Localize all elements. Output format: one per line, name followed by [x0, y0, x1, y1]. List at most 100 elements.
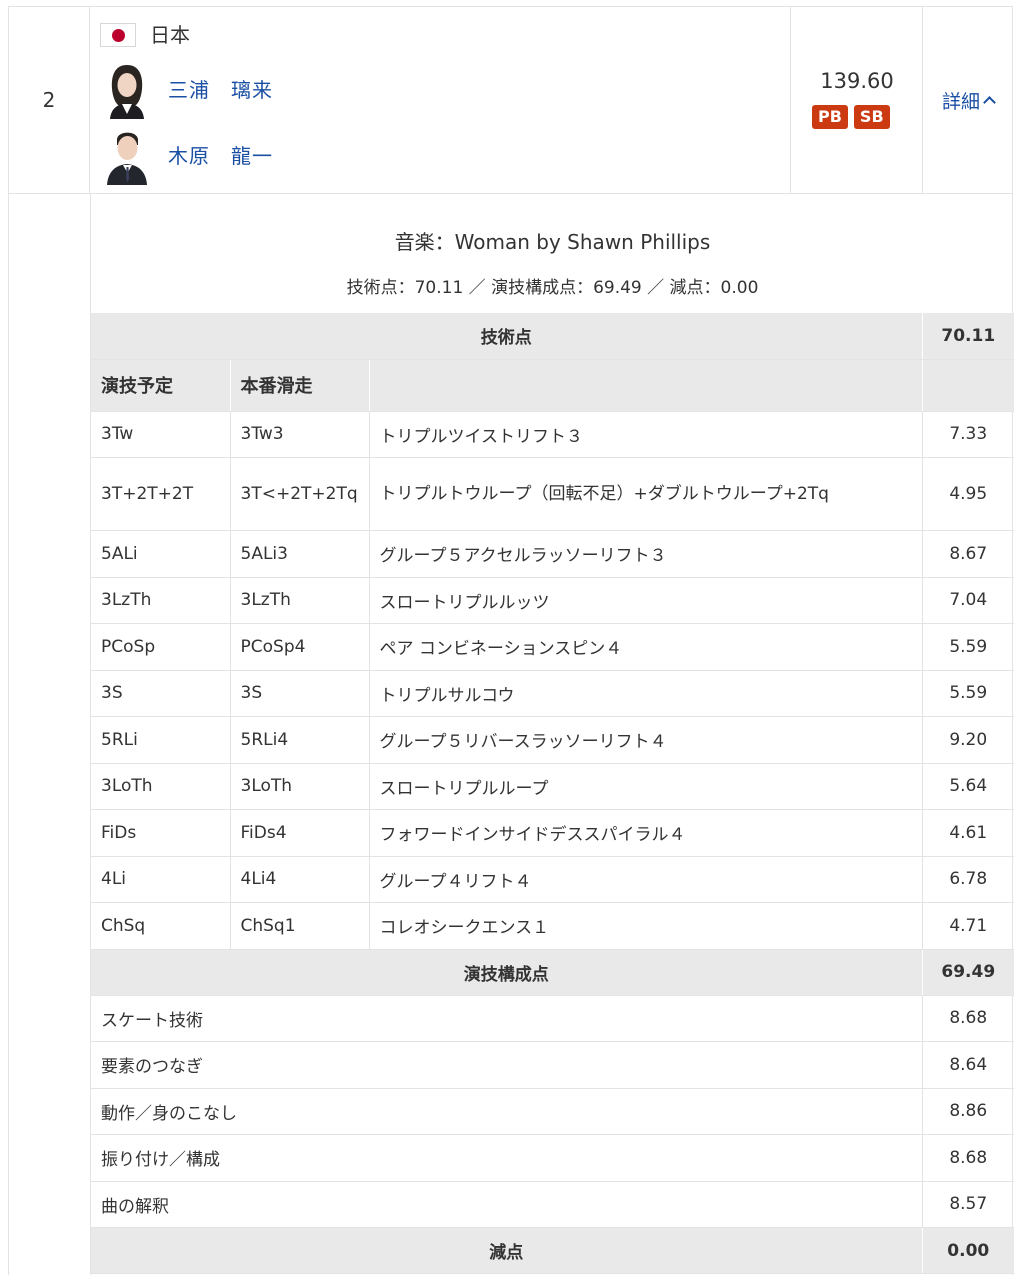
element-planned: ChSq	[91, 902, 231, 950]
element-executed: 5ALi3	[230, 530, 370, 578]
component-row: 要素のつなぎ 8.64	[91, 1041, 1015, 1089]
element-score: 5.59	[922, 670, 1015, 717]
component-score: 8.64	[922, 1041, 1015, 1089]
element-planned: 3T+2T+2T	[91, 457, 231, 531]
detail-content: 音楽：Woman by Shawn Phillips 技術点：70.11 ／ 演…	[90, 193, 1015, 1275]
element-score: 4.71	[922, 902, 1015, 950]
components-total: 69.49	[922, 949, 1015, 996]
music-title: 音楽：Woman by Shawn Phillips	[394, 230, 711, 254]
result-row: 2 日本 三浦 璃来 木原 龍一 139.60 PB SB 詳細	[8, 6, 1013, 194]
col-planned: 演技予定	[91, 359, 231, 412]
element-score: 8.67	[922, 530, 1015, 578]
country-name: 日本	[150, 23, 190, 47]
col-element-name	[369, 359, 923, 412]
component-row: 動作／身のこなし 8.86	[91, 1088, 1015, 1135]
athlete-2-avatar	[102, 125, 152, 185]
element-planned: 3LzTh	[91, 577, 231, 624]
components-title: 演技構成点	[91, 949, 923, 996]
element-executed: 3Tw3	[230, 411, 370, 458]
element-score: 7.33	[922, 411, 1015, 458]
component-name: 振り付け／構成	[91, 1134, 923, 1182]
detail-label: 詳細	[941, 90, 980, 113]
detail-panel: 音楽：Woman by Shawn Phillips 技術点：70.11 ／ 演…	[8, 193, 1015, 1275]
chevron-up-icon	[983, 96, 996, 109]
element-name: コレオシークエンス１	[369, 902, 923, 950]
total-score: 139.60	[820, 69, 894, 93]
component-score: 8.86	[922, 1088, 1015, 1135]
component-name: 要素のつなぎ	[91, 1041, 923, 1089]
deductions-title: 減点	[91, 1227, 923, 1274]
component-score: 8.68	[922, 995, 1015, 1042]
element-executed: 3LzTh	[230, 577, 370, 624]
total-score-cell: 139.60 PB SB	[791, 7, 923, 193]
components-header-row: 演技構成点 69.49	[91, 949, 1015, 996]
element-name: ペア コンビネーションスピン４	[369, 623, 923, 671]
element-row: PCoSp PCoSp4 ペア コンビネーションスピン４ 5.59	[91, 623, 1015, 671]
component-score: 8.68	[922, 1134, 1015, 1182]
element-score: 5.64	[922, 763, 1015, 810]
element-row: 5RLi 5RLi4 グループ５リバースラッソーリフト４ 9.20	[91, 716, 1015, 764]
element-score: 5.59	[922, 623, 1015, 671]
component-row: 曲の解釈 8.57	[91, 1181, 1015, 1228]
element-executed: FiDs4	[230, 809, 370, 857]
rank-number: 2	[42, 88, 56, 112]
japan-flag-icon	[100, 23, 136, 47]
element-planned: FiDs	[91, 809, 231, 857]
detail-cell: 詳細	[923, 7, 1013, 193]
element-executed: ChSq1	[230, 902, 370, 950]
element-row: ChSq ChSq1 コレオシークエンス１ 4.71	[91, 902, 1015, 950]
element-score: 9.20	[922, 716, 1015, 764]
athlete-2-link[interactable]: 木原 龍一	[168, 140, 273, 169]
element-name: スロートリプルルッツ	[369, 577, 923, 624]
athlete-1-avatar	[102, 59, 152, 119]
record-badges: PB SB	[812, 105, 890, 129]
athlete-1-link[interactable]: 三浦 璃来	[168, 74, 273, 103]
score-summary: 技術点：70.11 ／ 演技構成点：69.49 ／ 減点：0.00	[346, 278, 759, 298]
technical-header-row: 技術点 70.11	[91, 313, 1015, 360]
pb-badge: PB	[812, 105, 848, 129]
deductions-total: 0.00	[922, 1227, 1015, 1274]
element-executed: 4Li4	[230, 856, 370, 903]
element-executed: 3S	[230, 670, 370, 717]
element-executed: 5RLi4	[230, 716, 370, 764]
technical-title: 技術点	[91, 313, 923, 360]
element-row: 3LoTh 3LoTh スロートリプルループ 5.64	[91, 763, 1015, 810]
col-score	[922, 359, 1015, 412]
element-name: グループ５アクセルラッソーリフト３	[369, 530, 923, 578]
element-row: 4Li 4Li4 グループ４リフト４ 6.78	[91, 856, 1015, 903]
element-executed: 3LoTh	[230, 763, 370, 810]
element-name: スロートリプルループ	[369, 763, 923, 810]
element-row: 3LzTh 3LzTh スロートリプルルッツ 7.04	[91, 577, 1015, 624]
technical-total: 70.11	[922, 313, 1015, 360]
score-breakdown-table: 技術点 70.11 演技予定 本番滑走 3Tw 3Tw3 トリプルツイストリフト…	[91, 313, 1015, 1274]
element-score: 4.95	[922, 457, 1015, 531]
element-row: 3S 3S トリプルサルコウ 5.59	[91, 670, 1015, 717]
component-row: スケート技術 8.68	[91, 995, 1015, 1042]
element-name: グループ４リフト４	[369, 856, 923, 903]
element-score: 7.04	[922, 577, 1015, 624]
component-name: 動作／身のこなし	[91, 1088, 923, 1135]
element-planned: 3Tw	[91, 411, 231, 458]
element-name: トリプルトウループ（回転不足）+ダブルトウループ+2Tq	[369, 457, 923, 531]
athlete-2: 木原 龍一	[102, 125, 502, 185]
element-name: トリプルサルコウ	[369, 670, 923, 717]
element-executed: 3T<+2T+2Tq	[230, 457, 370, 531]
element-planned: 5ALi	[91, 530, 231, 578]
element-planned: 4Li	[91, 856, 231, 903]
component-row: 振り付け／構成 8.68	[91, 1134, 1015, 1182]
element-score: 4.61	[922, 809, 1015, 857]
rank-cell: 2	[9, 7, 90, 193]
element-planned: PCoSp	[91, 623, 231, 671]
element-row: 3Tw 3Tw3 トリプルツイストリフト３ 7.33	[91, 411, 1015, 458]
element-planned: 5RLi	[91, 716, 231, 764]
element-row: 5ALi 5ALi3 グループ５アクセルラッソーリフト３ 8.67	[91, 530, 1015, 578]
element-score: 6.78	[922, 856, 1015, 903]
element-name: フォワードインサイドデススパイラル４	[369, 809, 923, 857]
element-row: FiDs FiDs4 フォワードインサイドデススパイラル４ 4.61	[91, 809, 1015, 857]
element-row: 3T+2T+2T 3T<+2T+2Tq トリプルトウループ（回転不足）+ダブルト…	[91, 457, 1015, 531]
detail-toggle-button[interactable]: 詳細	[941, 87, 996, 114]
element-planned: 3LoTh	[91, 763, 231, 810]
element-name: トリプルツイストリフト３	[369, 411, 923, 458]
team-cell: 日本 三浦 璃来 木原 龍一	[90, 7, 791, 193]
column-header-row: 演技予定 本番滑走	[91, 359, 1015, 412]
